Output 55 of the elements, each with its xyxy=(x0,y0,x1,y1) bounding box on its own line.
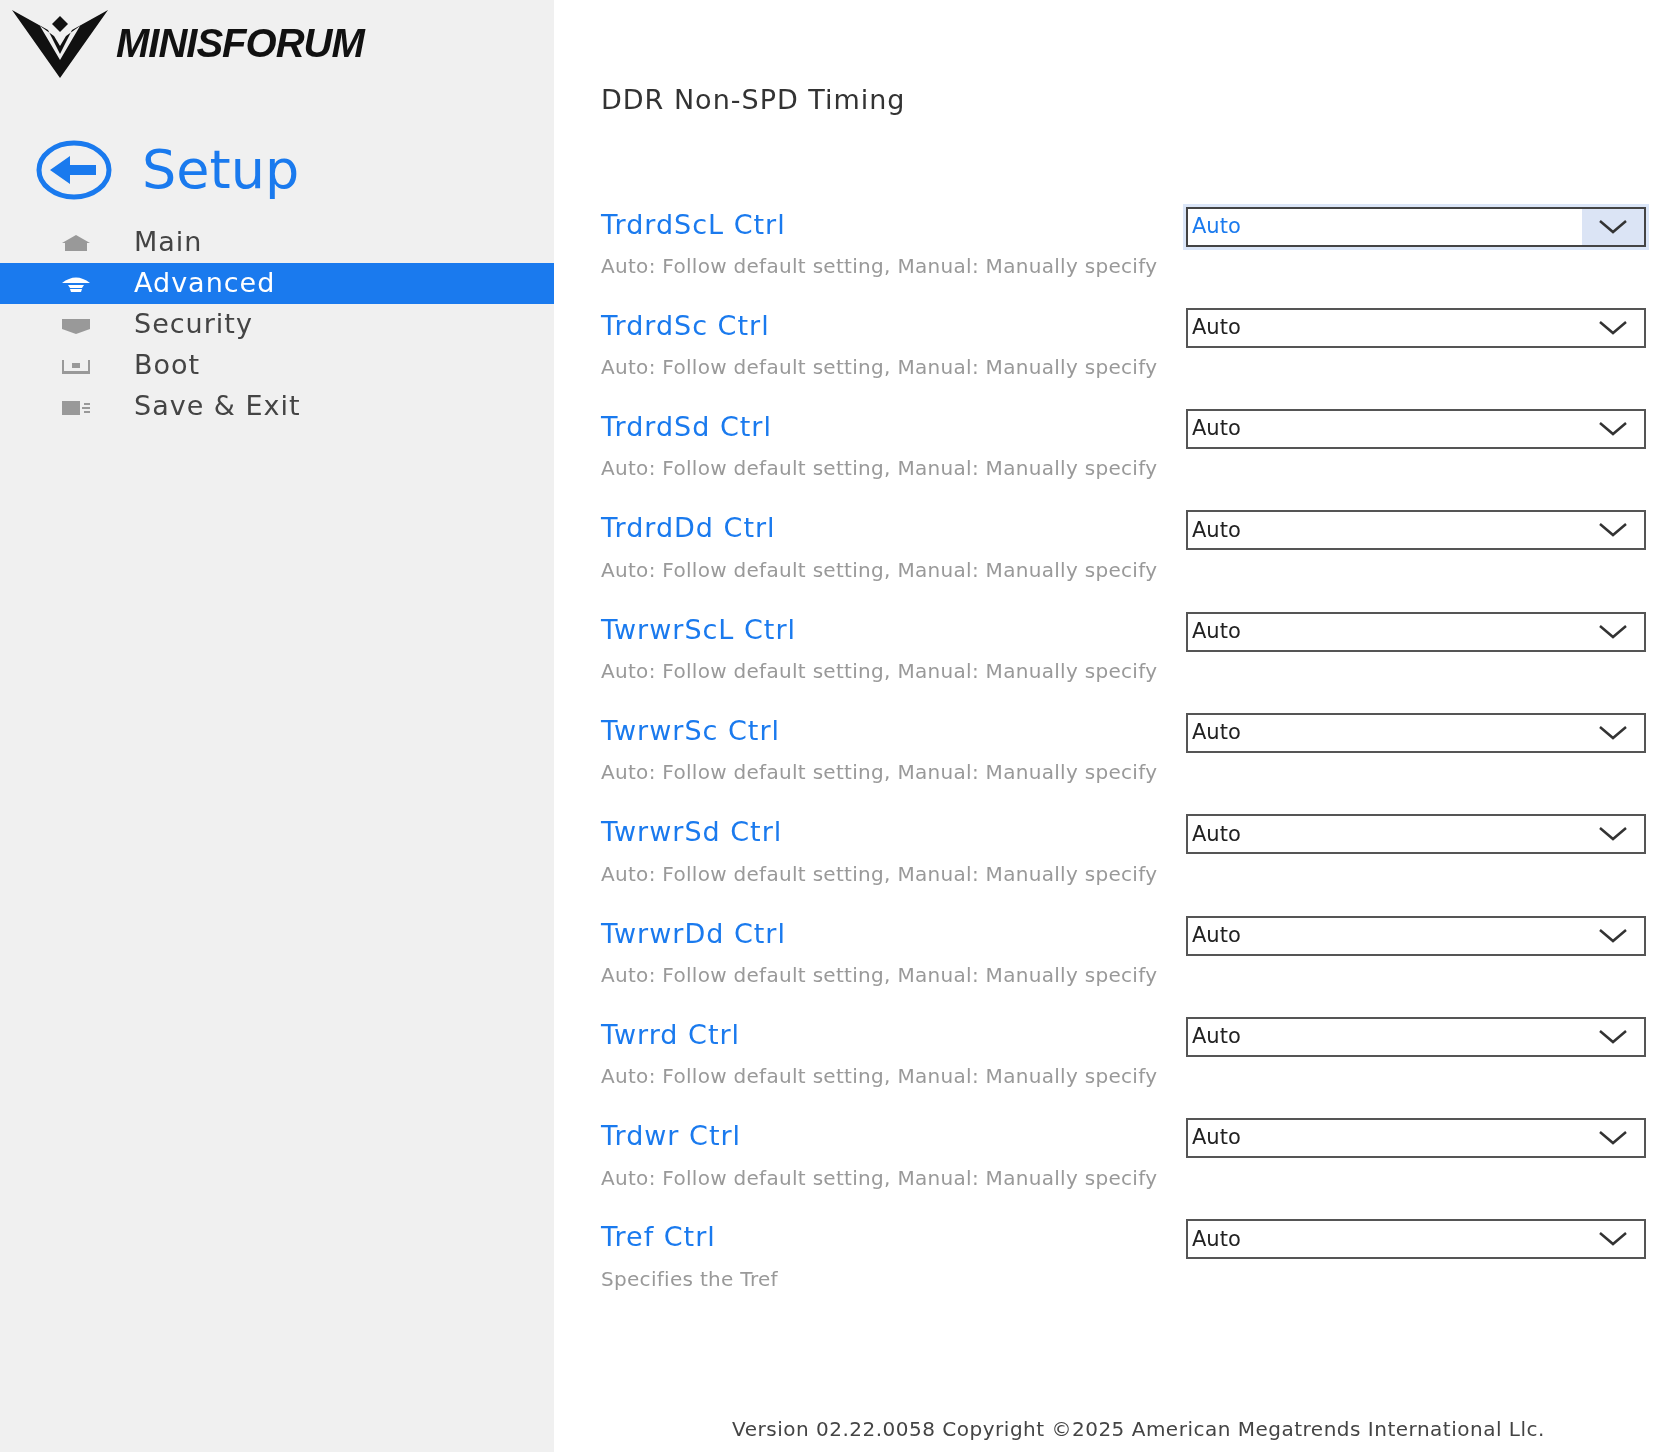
dropdown[interactable]: Auto xyxy=(1186,915,1646,956)
setting-description: Auto: Follow default setting, Manual: Manually specify xyxy=(601,455,1158,483)
dropdown[interactable]: Auto xyxy=(1186,1219,1646,1260)
setting-label: Tref Ctrl xyxy=(601,1221,717,1254)
setting-label: TrdrdSc Ctrl xyxy=(601,309,771,343)
version-copyright-text: Version 02.22.0058 Copyright ©2025 American Megatrends International Llc. xyxy=(731,1416,1546,1443)
dropdown[interactable]: Auto xyxy=(1186,206,1646,247)
setting-description: Auto: Follow default setting, Manual: Manually specify xyxy=(601,1164,1158,1192)
chevron-down-icon xyxy=(1598,1130,1628,1147)
sidebar-item[interactable]: Main xyxy=(0,222,554,263)
logo-icon xyxy=(10,8,110,78)
setting-label: TwrwrScL Ctrl xyxy=(601,613,798,647)
setting-description: Auto: Follow default setting, Manual: Manually specify xyxy=(601,354,1158,382)
chevron-down-icon xyxy=(1598,927,1628,944)
page-title: DDR Non-SPD Timing xyxy=(601,83,907,117)
dropdown[interactable]: Auto xyxy=(1186,510,1646,551)
setting-label: Twrrd Ctrl xyxy=(601,1018,742,1052)
chevron-down-icon xyxy=(1598,725,1628,741)
setting-label: TrdrdDd Ctrl xyxy=(601,512,777,545)
dropdown[interactable]: Auto xyxy=(1186,611,1646,652)
setting-description: Auto: Follow default setting, Manual: Manually specify xyxy=(601,860,1158,888)
setting-label: TwrwrSc Ctrl xyxy=(601,715,781,748)
sidebar-item[interactable]: Advanced xyxy=(0,263,554,304)
house-icon xyxy=(60,232,92,253)
chevron-down-icon xyxy=(1598,319,1628,336)
dropdown[interactable]: Auto xyxy=(1186,1118,1646,1159)
setting-description: Auto: Follow default setting, Manual: Manually specify xyxy=(601,658,1158,686)
setting-description: Auto: Follow default setting, Manual: Manually specify xyxy=(601,1063,1158,1091)
setting-description: Auto: Follow default setting, Manual: Manually specify xyxy=(601,961,1158,989)
setting-label: TrdrdScL Ctrl xyxy=(601,208,787,241)
setup-title: Setup xyxy=(142,143,300,197)
chevron-down-icon xyxy=(1598,1231,1628,1248)
chevron-down-icon xyxy=(1598,1028,1628,1045)
setting-description: Specifies the Tref xyxy=(601,1265,778,1293)
setting-description: Auto: Follow default setting, Manual: Manually specify xyxy=(601,252,1158,280)
setting-description: Auto: Follow default setting, Manual: Manually specify xyxy=(601,556,1158,584)
setting-label: Trdwr Ctrl xyxy=(601,1120,743,1153)
setting-label: TwrwrDd Ctrl xyxy=(601,917,787,950)
chevron-down-icon xyxy=(1598,826,1628,843)
setting-description: Auto: Follow default setting, Manual: Manually specify xyxy=(601,759,1158,787)
brand-logo-text: MINISFORUM xyxy=(116,20,364,67)
sidebar-item[interactable]: Security xyxy=(0,304,554,345)
dropdown[interactable]: Auto xyxy=(1186,713,1646,753)
sidebar-item[interactable]: Save & Exit xyxy=(0,386,554,427)
dropdown[interactable]: Auto xyxy=(1186,307,1646,348)
chevron-down-icon xyxy=(1598,218,1628,235)
dropdown[interactable]: Auto xyxy=(1186,814,1646,855)
sidebar-item[interactable]: Boot xyxy=(0,345,554,386)
chevron-down-icon xyxy=(1598,522,1628,539)
chevron-down-icon xyxy=(1598,421,1628,438)
dropdown[interactable]: Auto xyxy=(1186,1016,1646,1057)
dropdown[interactable]: Auto xyxy=(1186,409,1646,450)
chevron-down-icon xyxy=(1598,623,1628,640)
setting-label: TrdrdSd Ctrl xyxy=(601,411,773,444)
setting-label: TwrwrSd Ctrl xyxy=(601,816,784,849)
